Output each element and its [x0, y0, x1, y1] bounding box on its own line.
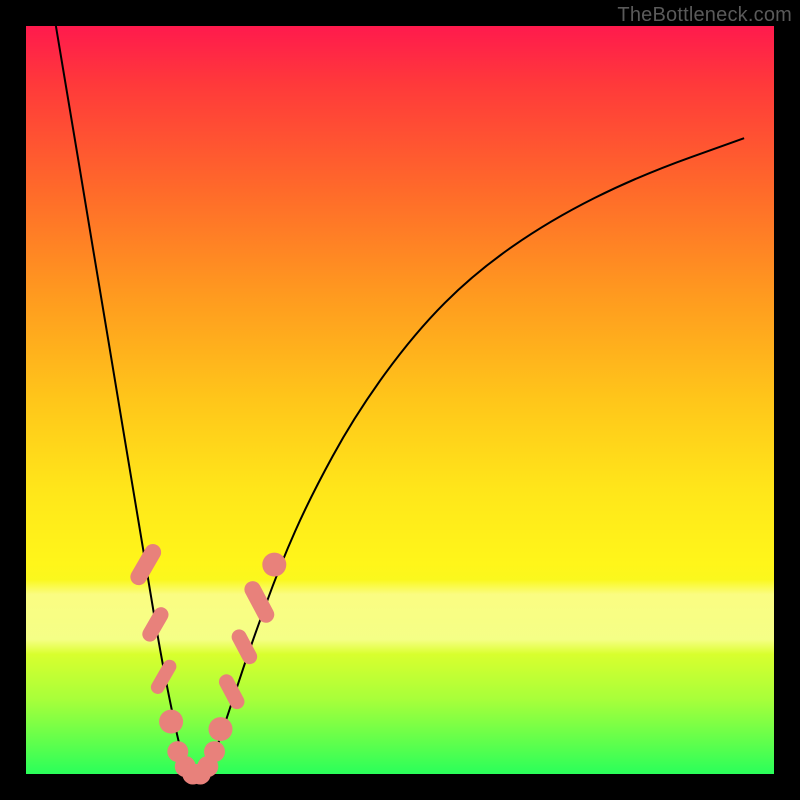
markers-group — [127, 541, 286, 784]
marker-point — [127, 541, 164, 588]
marker-point — [140, 604, 172, 644]
watermark-text: TheBottleneck.com — [617, 4, 792, 27]
chart-svg — [26, 26, 774, 774]
marker-point — [159, 710, 183, 734]
marker-point — [262, 553, 286, 577]
bottleneck-curve — [56, 26, 744, 774]
plot-area — [26, 26, 774, 774]
marker-point — [242, 578, 278, 625]
marker-point — [204, 741, 225, 762]
marker-point — [216, 672, 247, 712]
marker-point — [209, 717, 233, 741]
marker-point — [148, 657, 178, 696]
chart-frame: TheBottleneck.com — [0, 0, 800, 800]
